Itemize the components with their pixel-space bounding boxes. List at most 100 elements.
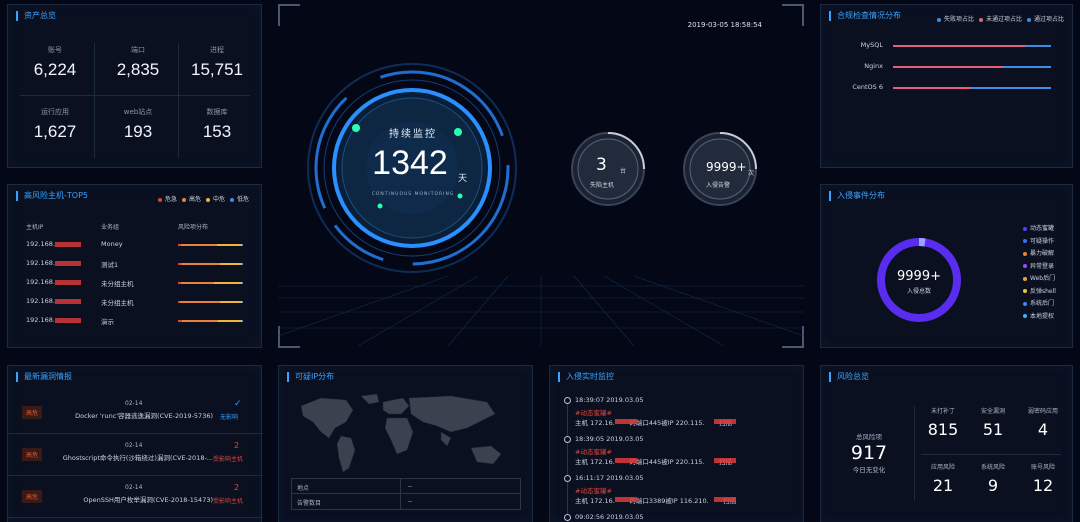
legend-item[interactable]: 反弹shell	[1023, 286, 1056, 299]
alerts-unit: 次	[748, 170, 755, 177]
vuln-item[interactable]: 高危 02-14 Ghostscript命令执行(沙箱绕过)漏洞(CVE-2018-…	[8, 438, 263, 476]
legend-item[interactable]: 可疑操作	[1023, 236, 1056, 249]
vulns-title: 最新漏洞情报	[16, 372, 72, 382]
check-icon: ✓	[234, 399, 242, 409]
redaction-mark	[54, 317, 81, 323]
redaction-mark	[714, 419, 736, 424]
redaction-mark	[714, 497, 736, 502]
legend-item[interactable]: 系统后门	[1023, 298, 1056, 311]
legend-item[interactable]: 失败项占比	[936, 16, 974, 23]
risk-cell-label: 未打补丁	[930, 408, 955, 415]
event-tag: #动态蜜罐#	[575, 409, 612, 417]
compliance-name: MySQL	[860, 41, 883, 49]
timeline-item[interactable]: 18:39:05 2019.03.05 #动态蜜罐# 主机 172.16. 的端口4…	[550, 433, 805, 469]
compliance-legend: 失败项占比 未通过项占比 通过项占比	[932, 14, 1064, 23]
risk-cell[interactable]: 弱密码应用 4	[1019, 406, 1067, 439]
risk-segment	[220, 301, 242, 303]
risk-cell-label: 应用风险	[930, 464, 955, 471]
legend-item[interactable]: 低危	[229, 196, 249, 203]
redaction-mark	[54, 260, 81, 266]
host-ip-text: 192.168.	[26, 240, 55, 248]
asset-ports[interactable]: 端口 2,835	[103, 45, 173, 80]
risk-segment	[181, 282, 214, 284]
compliance-row[interactable]: Nginx	[821, 62, 1074, 74]
event-time: 09:02:56 2019.03.05	[575, 513, 644, 521]
risk-cell-value: 12	[1032, 476, 1054, 495]
legend-item[interactable]: 中危	[205, 196, 225, 203]
asset-apps[interactable]: 运行应用 1,627	[20, 107, 90, 142]
severity-badge: 高危	[22, 406, 43, 419]
risk-segment	[181, 320, 219, 322]
risk-legend: 危急 高危 中危 低危	[153, 194, 249, 203]
legend-item[interactable]: 通过项占比	[1026, 16, 1064, 23]
event-time: 18:39:07 2019.03.05	[575, 396, 644, 404]
timeline-item[interactable]: 18:39:07 2019.03.05 #动态蜜罐# 主机 172.16. 的端口4…	[550, 394, 805, 430]
risk-dist-bar	[178, 320, 243, 322]
table-row[interactable]: 192.168. 测试1	[8, 259, 263, 273]
alerts-value: 9999+	[706, 160, 747, 174]
event-time: 16:11:17 2019.03.05	[575, 474, 644, 482]
table-row[interactable]: 192.168. Money	[8, 240, 263, 254]
table-row[interactable]: 192.168. 演示	[8, 316, 263, 330]
legend-item[interactable]: 危急	[157, 196, 177, 203]
compliance-row[interactable]: CentOS 6	[821, 83, 1074, 95]
vulns-panel: 最新漏洞情报 高危 02-14 Docker 'runc'容器逃逸漏洞(CVE-20…	[7, 365, 263, 522]
risk-dist-bar	[178, 244, 243, 246]
risk-total: 917	[850, 442, 888, 464]
risk-hosts-panel: 高风险主机-TOP5 危急 高危 中危 低危 主机IP 业务组 风险项分布 192.1…	[7, 184, 262, 348]
vuln-affected-count: 2	[234, 441, 240, 450]
risk-panel: 风险总览 总风险项 917 今日无变化 未打补丁 815 安全漏洞 51 弱密码应用 4 应…	[820, 365, 1073, 522]
risk-dist-bar	[178, 282, 243, 284]
compliance-bar	[893, 45, 1051, 47]
world-map[interactable]	[291, 388, 521, 478]
timeline-item[interactable]: 09:02:56 2019.03.05	[550, 511, 805, 522]
legend-item[interactable]: 异常登录	[1023, 261, 1056, 274]
legend-item[interactable]: Web后门	[1023, 273, 1056, 286]
vuln-status: 无影响	[220, 414, 239, 421]
legend-dot	[978, 17, 983, 22]
compliance-bar	[893, 66, 1051, 68]
vuln-name: OpenSSH用户枚举漏洞(CVE-2018-15473)	[83, 496, 213, 504]
asset-databases[interactable]: 数据库 153	[182, 107, 252, 142]
vuln-name: Ghostscript命令执行(沙箱绕过)漏洞(CVE-2018-...	[62, 454, 213, 462]
legend-dot	[229, 197, 234, 202]
risk-total-label: 总风险项	[856, 433, 882, 441]
redaction-mark	[54, 279, 81, 285]
asset-processes[interactable]: 进程 15,751	[182, 45, 252, 80]
risk-cell-value: 4	[1037, 420, 1049, 439]
vuln-status: 受影响主机	[213, 498, 244, 505]
redaction-mark	[54, 241, 81, 247]
legend-label: 低危	[236, 196, 249, 203]
legend-item[interactable]: 高危	[181, 196, 201, 203]
vuln-item[interactable]: 高危 02-14 OpenSSH用户枚举漏洞(CVE-2018-15473) 2 受影响…	[8, 480, 263, 518]
host-group: 未分组主机	[101, 299, 134, 307]
vuln-item[interactable]: 高危 02-14 Docker 'runc'容器逃逸漏洞(CVE-2019-5736…	[8, 396, 263, 434]
host-group: Money	[101, 240, 123, 248]
event-text: 主机 172.16. 的端口445被IP 220.115. 扫描	[575, 458, 733, 466]
ipmap-title: 可疑IP分布	[287, 372, 334, 382]
risk-cell[interactable]: 账号风险 12	[1019, 462, 1067, 495]
legend-item[interactable]: 暴力破解	[1023, 248, 1056, 261]
legend-item[interactable]: 未通过项占比	[978, 16, 1022, 23]
table-row[interactable]: 192.168. 未分组主机	[8, 297, 263, 311]
asset-websites[interactable]: web站点 193	[103, 107, 173, 142]
risk-cell[interactable]: 未打补丁 815	[919, 406, 967, 439]
table-row[interactable]: 192.168. 未分组主机	[8, 278, 263, 292]
legend-item[interactable]: 动态蜜罐	[1023, 223, 1056, 236]
legend-dot	[1023, 301, 1027, 306]
compliance-row[interactable]: MySQL	[821, 41, 1074, 53]
risk-segment	[179, 301, 221, 303]
legend-label: 失败项占比	[943, 16, 974, 23]
vuln-status: 受影响主机	[213, 456, 244, 463]
asset-accounts[interactable]: 账号 6,224	[20, 45, 90, 80]
legend-item[interactable]: 本地提权	[1023, 311, 1056, 324]
hosts-unit: 台	[620, 168, 627, 175]
risk-cell[interactable]: 系统风险 9	[969, 462, 1017, 495]
col-header-ip: 主机IP	[26, 224, 44, 231]
risk-cell[interactable]: 安全漏洞 51	[969, 406, 1017, 439]
risk-cell[interactable]: 应用风险 21	[919, 462, 967, 495]
risk-today: 今日无变化	[852, 466, 886, 474]
timeline-item[interactable]: 16:11:17 2019.03.05 #动态蜜罐# 主机 172.16. 的端口3…	[550, 472, 805, 508]
risk-dist-bar	[178, 301, 243, 303]
intrusion-total: 9999+	[897, 269, 941, 284]
